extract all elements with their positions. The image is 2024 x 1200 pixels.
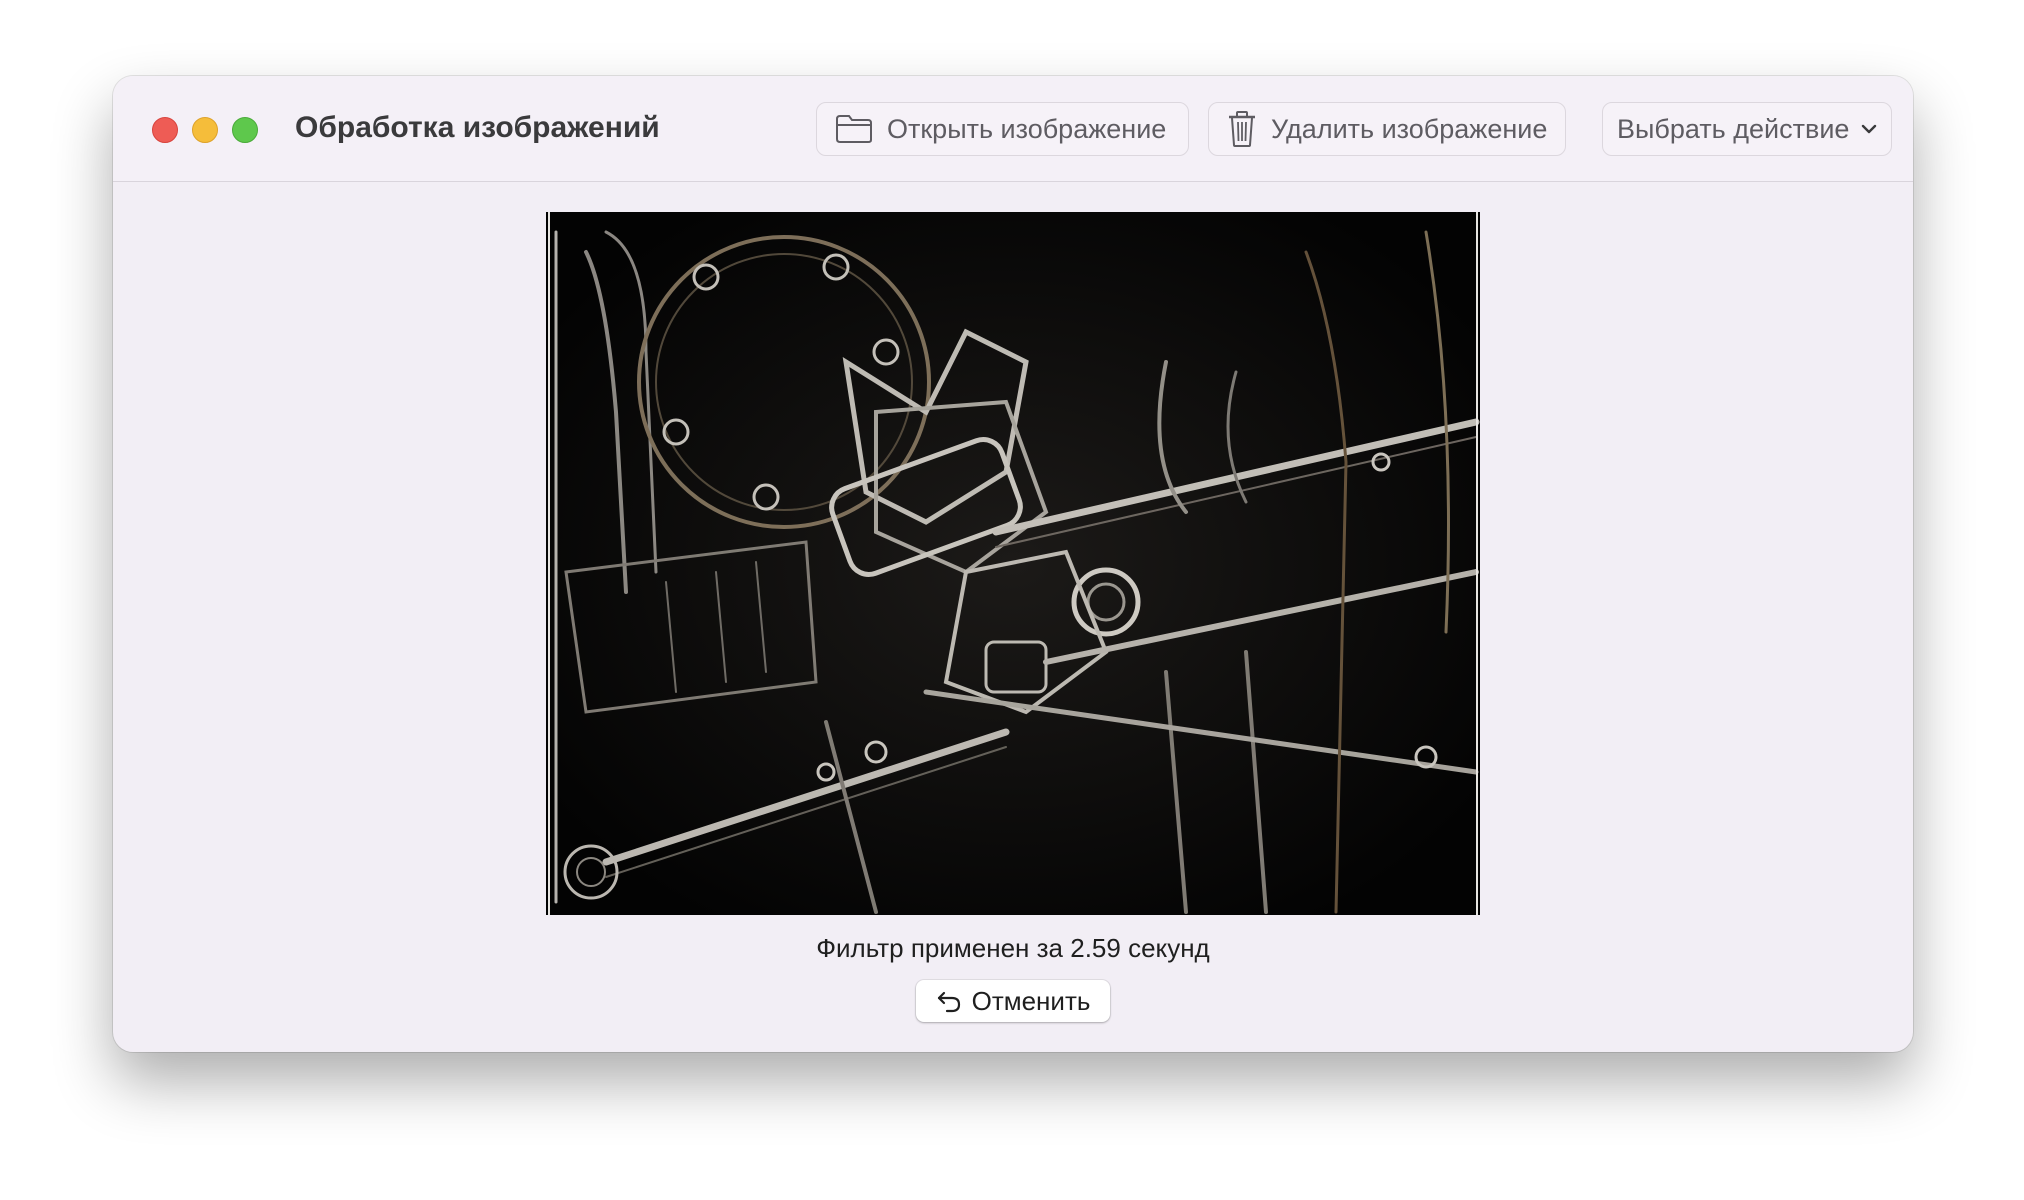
open-image-label: Открыть изображение	[887, 113, 1167, 144]
chevron-down-icon	[1861, 123, 1877, 135]
choose-action-dropdown[interactable]: Выбрать действие	[1602, 102, 1892, 156]
title-bar: Обработка изображений Открыть изображени…	[113, 76, 1913, 182]
undo-button[interactable]: Отменить	[916, 980, 1110, 1022]
window-title: Обработка изображений	[295, 111, 660, 144]
app-window: Обработка изображений Открыть изображени…	[113, 76, 1913, 1052]
close-window-button[interactable]	[152, 117, 178, 143]
open-image-button[interactable]: Открыть изображение	[816, 102, 1189, 156]
filter-status-text: Фильтр применен за 2.59 секунд	[816, 933, 1210, 963]
delete-image-button[interactable]: Удалить изображение	[1208, 102, 1566, 156]
delete-image-label: Удалить изображение	[1271, 113, 1548, 144]
folder-icon	[835, 114, 873, 144]
zoom-window-button[interactable]	[232, 117, 258, 143]
minimize-window-button[interactable]	[192, 117, 218, 143]
trash-icon	[1227, 110, 1257, 148]
choose-action-label: Выбрать действие	[1617, 113, 1850, 144]
undo-arrow-icon	[936, 989, 962, 1013]
undo-label: Отменить	[971, 985, 1091, 1016]
processed-image	[546, 212, 1480, 915]
